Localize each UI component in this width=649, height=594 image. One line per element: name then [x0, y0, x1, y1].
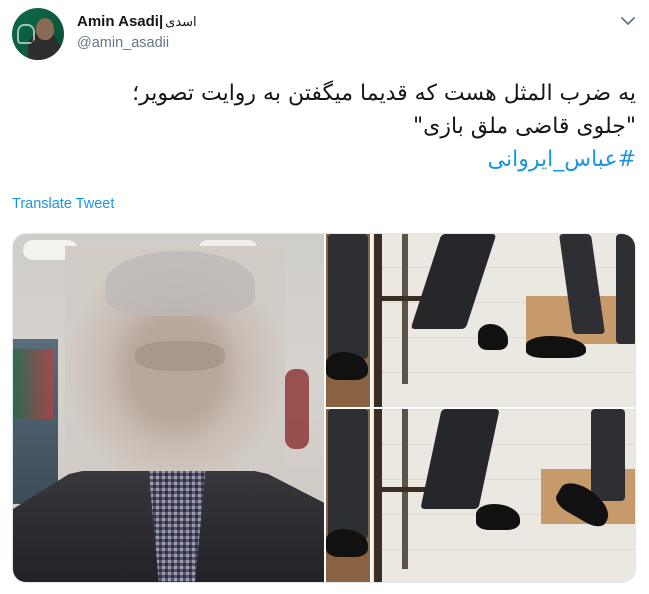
blurred-face — [65, 246, 285, 471]
author-name-row[interactable]: Amin Asadi| اسدی — [77, 13, 197, 30]
avatar-face — [36, 18, 54, 40]
author-display-name-suffix[interactable]: اسدی — [165, 15, 197, 30]
dock-rail — [402, 234, 408, 384]
tweet-text-line-2: "جلوی قاضی ملق بازی" — [412, 114, 636, 139]
dock-rail — [374, 409, 382, 582]
tweet-text: یه ضرب المثل هست که قدیما میگفتن به روای… — [36, 77, 636, 176]
photo-divider — [370, 234, 372, 407]
avatar[interactable] — [12, 8, 64, 60]
tweet-card: Amin Asadi| اسدی @amin_asadii یه ضرب الم… — [0, 0, 649, 594]
trouser-leg — [328, 409, 368, 539]
dock-rail — [374, 234, 382, 407]
trouser-leg — [616, 234, 635, 344]
trouser-leg — [591, 409, 625, 501]
media-grid — [12, 233, 636, 583]
background-object — [285, 369, 309, 449]
translate-tweet-link[interactable]: Translate Tweet — [12, 196, 114, 212]
author-display-name[interactable]: Amin Asadi| — [77, 13, 163, 30]
photo-legs-bottom[interactable] — [326, 409, 635, 582]
hashtag-link[interactable]: #عباس_ایروانی — [36, 143, 636, 176]
chevron-down-icon — [621, 16, 635, 25]
tweet-menu-button[interactable] — [618, 12, 638, 30]
photo-divider — [370, 409, 372, 582]
author-handle[interactable]: @amin_asadii — [77, 35, 169, 51]
trouser-leg — [328, 234, 368, 359]
photo-legs-top[interactable] — [326, 234, 635, 407]
background-flag — [13, 349, 53, 419]
avatar-shirt — [28, 38, 62, 60]
tweet-text-line-1: یه ضرب المثل هست که قدیما میگفتن به روای… — [132, 81, 636, 106]
photo-portrait[interactable] — [13, 234, 324, 582]
